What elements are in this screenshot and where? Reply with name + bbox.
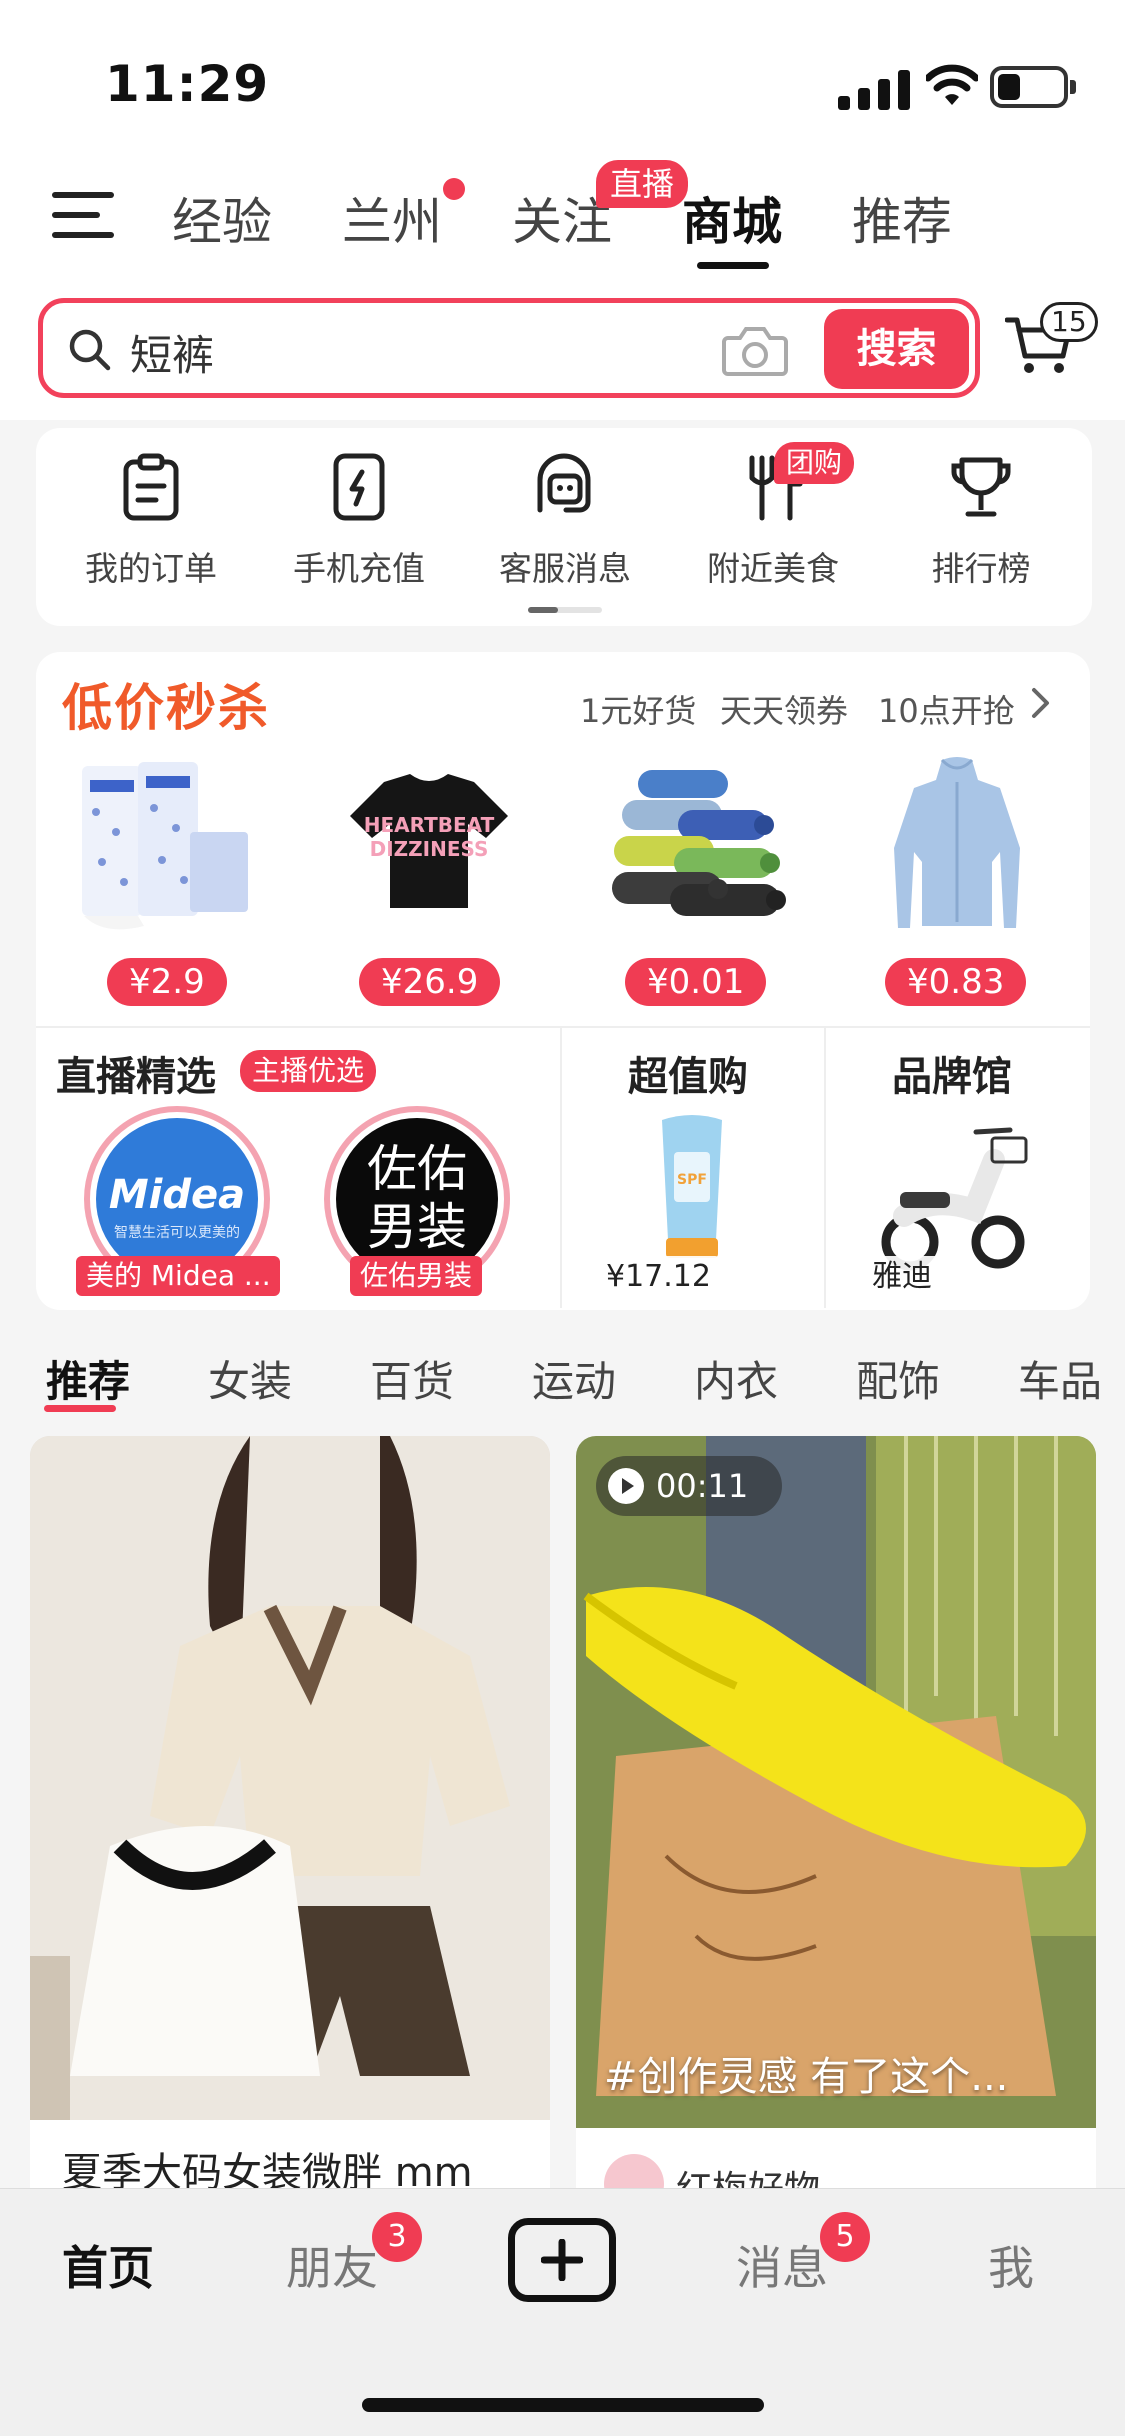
notification-dot: [443, 178, 465, 200]
quick-action-my-orders[interactable]: 我的订单: [76, 452, 226, 590]
battery-icon: [990, 66, 1076, 108]
fashion-product-image: [30, 1436, 550, 2120]
customer-service-icon: [537, 453, 591, 513]
brand-name-tag: 雅迪: [862, 1256, 942, 1298]
add-post-button[interactable]: [508, 2218, 616, 2302]
midea-logo-text: Midea: [108, 1172, 246, 1218]
flash-sale-title[interactable]: 低价秒杀: [62, 668, 270, 740]
search-query: 短裤: [130, 331, 215, 380]
sun-protection-jacket-image[interactable]: [862, 752, 1052, 942]
electric-scooter-image[interactable]: [880, 1116, 1030, 1276]
nav-home[interactable]: 首页: [62, 2232, 154, 2298]
black-tshirt-image[interactable]: HEARTBEAT DIZZINESS: [334, 752, 524, 942]
phone-charge-icon: [333, 453, 385, 521]
svg-text:HEARTBEAT: HEARTBEAT: [364, 813, 495, 837]
live-picks-title[interactable]: 直播精选: [56, 1044, 216, 1102]
sale-link-1yuan[interactable]: 1元好货: [580, 686, 696, 732]
category-tab-accessories[interactable]: 配饰: [856, 1348, 940, 1409]
camera-icon[interactable]: [722, 322, 788, 378]
video-duration: 00:11: [656, 1467, 749, 1505]
tab-lanzhou[interactable]: 兰州: [342, 182, 442, 254]
status-time: 11:29: [105, 55, 270, 113]
svg-text:DIZZINESS: DIZZINESS: [370, 837, 489, 861]
tab-tuijian[interactable]: 推荐: [852, 182, 952, 254]
sale-link-coupons[interactable]: 天天领券: [720, 686, 848, 732]
search-button[interactable]: 搜索: [824, 309, 969, 389]
value-buy-title[interactable]: 超值购: [628, 1044, 748, 1102]
price-tag: ¥0.83: [885, 958, 1027, 1006]
category-tab-womens[interactable]: 女装: [208, 1348, 292, 1409]
quick-action-phone-recharge[interactable]: 手机充值: [284, 452, 434, 590]
sale-link-10am[interactable]: 10点开抢: [878, 686, 1015, 732]
trophy-icon: [951, 457, 1011, 517]
video-duration-badge: 00:11: [596, 1456, 782, 1516]
quick-action-label: 客服消息: [499, 549, 631, 588]
plus-icon: [541, 2239, 583, 2281]
messages-badge: 5: [820, 2212, 870, 2262]
brand-hall-title[interactable]: 品牌馆: [892, 1044, 1012, 1102]
group-buy-badge: 团购: [774, 442, 855, 484]
feed-card-fashion[interactable]: [30, 1436, 550, 2236]
clipboard-icon: [123, 453, 179, 521]
chevron-right-icon[interactable]: [1030, 686, 1052, 720]
price-tag: ¥26.9: [359, 958, 501, 1006]
quick-action-customer-service[interactable]: 客服消息: [490, 452, 640, 590]
category-tab-recommend[interactable]: 推荐: [46, 1348, 130, 1409]
quick-action-label: 排行榜: [931, 549, 1031, 588]
garbage-bags-image[interactable]: [600, 752, 790, 942]
live-badge: 直播: [596, 160, 689, 208]
zuoyou-logo-line2: 男装: [367, 1198, 467, 1256]
divider: [824, 1026, 826, 1308]
midea-logo-slogan: 智慧生活可以更美的: [114, 1225, 240, 1241]
sunscreen-image[interactable]: SPF: [652, 1112, 732, 1262]
midea-name-tag: 美的 Midea ...: [76, 1256, 280, 1296]
feed-card-video[interactable]: [576, 1436, 1096, 2236]
friends-badge: 3: [372, 2212, 422, 2262]
zuoyou-name-tag: 佐佑男装: [350, 1256, 483, 1296]
quick-action-label: 我的订单: [85, 549, 217, 588]
wifi-icon: [926, 64, 978, 105]
category-active-indicator: [44, 1405, 116, 1412]
divider: [560, 1026, 562, 1308]
nav-friends[interactable]: 朋友: [286, 2232, 378, 2298]
shoe-cover-video-thumbnail: [576, 1436, 1096, 2128]
nav-me[interactable]: 我: [988, 2232, 1034, 2298]
tab-jingyan[interactable]: 经验: [172, 182, 272, 254]
cellular-signal-icon: [838, 70, 910, 110]
price-tag: ¥0.01: [625, 958, 767, 1006]
active-tab-indicator: [697, 262, 769, 269]
menu-icon[interactable]: [52, 192, 114, 238]
play-icon: [608, 1468, 644, 1504]
scroll-indicator: [528, 607, 602, 613]
search-icon: [69, 329, 111, 371]
anchor-picks-badge: 主播优选: [240, 1050, 377, 1092]
value-buy-price: ¥17.12: [596, 1256, 721, 1298]
zuoyou-logo-line1: 佐佑: [367, 1140, 467, 1198]
nav-messages[interactable]: 消息: [736, 2232, 828, 2298]
category-tab-general[interactable]: 百货: [370, 1348, 454, 1409]
category-tab-underwear[interactable]: 内衣: [694, 1348, 778, 1409]
svg-text:SPF: SPF: [677, 1172, 707, 1188]
category-tab-car[interactable]: 车品: [1018, 1348, 1102, 1409]
quick-action-label: 手机充值: [293, 549, 425, 588]
home-indicator: [362, 2398, 764, 2412]
quick-action-label: 附近美食: [707, 549, 839, 588]
tab-shangcheng[interactable]: 商城: [682, 182, 782, 254]
divider: [36, 1026, 1090, 1028]
cart-count-badge: 15: [1040, 302, 1098, 342]
video-caption: #创作灵感 有了这个...: [604, 2054, 1009, 2100]
quick-action-leaderboard[interactable]: 排行榜: [906, 452, 1056, 590]
tissue-pack-image[interactable]: [72, 752, 262, 942]
category-tab-sports[interactable]: 运动: [532, 1348, 616, 1409]
price-tag: ¥2.9: [107, 958, 227, 1006]
